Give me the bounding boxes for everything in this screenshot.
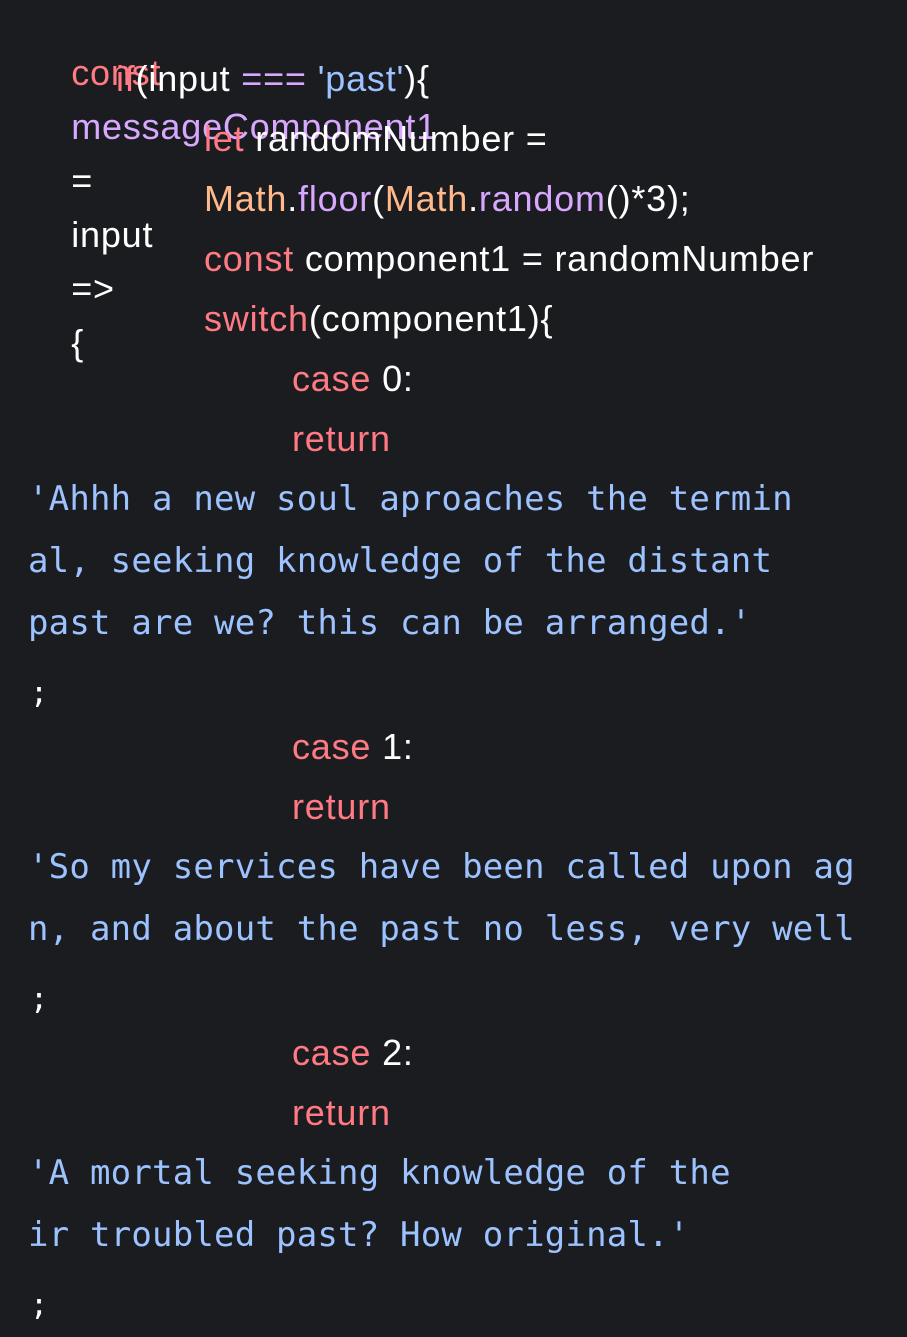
operator: = (71, 160, 94, 201)
class-name: Math (204, 178, 288, 219)
operator: => (71, 268, 115, 309)
operator: = (525, 118, 548, 159)
keyword-return: return (292, 418, 391, 459)
code-line: let randomNumber = (204, 112, 548, 166)
identifier: randomNumber (554, 238, 815, 279)
keyword-return: return (292, 786, 391, 827)
keyword-const: const (204, 238, 295, 279)
code-line: case 0: (292, 352, 414, 406)
string-literal: 'past' (317, 58, 405, 99)
identifier: (input (135, 58, 231, 99)
keyword-let: let (204, 118, 245, 159)
string-literal: past are we? this can be arranged.' (28, 603, 752, 643)
code-line: case 1: (292, 720, 414, 774)
string-literal: al, seeking knowledge of the distant (28, 541, 773, 581)
string-literal: ir troubled past? How original.' (28, 1215, 690, 1255)
code-line: ; (30, 970, 48, 1024)
keyword-if: if (116, 58, 136, 99)
code-line: if(input === 'past'){ (116, 52, 430, 106)
code-line: const component1 = randomNumber (204, 232, 814, 286)
identifier: component1 (304, 238, 511, 279)
code-line: switch(component1){ (204, 292, 553, 346)
code-line: const messageComponent1 = input => { (28, 0, 437, 363)
dot: . (287, 178, 299, 219)
class-name: Math (384, 178, 469, 219)
semicolon: ; (30, 1288, 49, 1323)
code-line: 'Ahhh a new soul aproaches the termin (28, 472, 793, 526)
code-line: al, seeking knowledge of the distant (28, 534, 772, 588)
code-line: Math.floor(Math.random()*3); (204, 172, 691, 226)
method-name: random (478, 178, 606, 219)
code-line: ir troubled past? How original.' (28, 1208, 689, 1262)
keyword-case: case (292, 726, 372, 767)
code-line: return (292, 412, 391, 466)
expression-tail: ()*3); (605, 178, 691, 219)
code-editor: const messageComponent1 = input => { if(… (0, 0, 907, 1337)
code-line: ; (30, 664, 48, 718)
brace: { (71, 322, 85, 363)
code-line: 'So my services have been called upon ag (28, 840, 855, 894)
case-value: 1: (382, 726, 414, 767)
string-literal: 'Ahhh a new soul aproaches the termin (28, 479, 793, 519)
code-line: return (292, 780, 391, 834)
code-line: case 2: (292, 1026, 414, 1080)
code-line: past are we? this can be arranged.' (28, 596, 751, 650)
keyword-switch: switch (204, 298, 309, 339)
semicolon: ; (30, 982, 49, 1017)
semicolon: ; (30, 676, 49, 711)
string-literal: 'So my services have been called upon ag (28, 847, 855, 887)
identifier: randomNumber (255, 118, 515, 159)
method-name: floor (298, 178, 373, 219)
paren: ( (372, 178, 385, 219)
identifier: (component1){ (308, 298, 554, 339)
string-literal: n, and about the past no less, very well (28, 909, 855, 949)
dot: . (468, 178, 479, 219)
brace: ){ (404, 58, 430, 99)
code-line: 'A mortal seeking knowledge of the (28, 1146, 731, 1200)
operator: = (521, 238, 544, 279)
code-line: ; (30, 1276, 48, 1330)
code-line: return (292, 1086, 391, 1140)
case-value: 2: (382, 1032, 414, 1073)
string-literal: 'A mortal seeking knowledge of the (28, 1153, 731, 1193)
operator: === (241, 58, 307, 99)
case-value: 0: (382, 358, 414, 399)
keyword-return: return (292, 1092, 391, 1133)
keyword-case: case (292, 1032, 372, 1073)
keyword-case: case (292, 358, 372, 399)
code-line: n, and about the past no less, very well (28, 902, 855, 956)
identifier: input (71, 214, 154, 255)
